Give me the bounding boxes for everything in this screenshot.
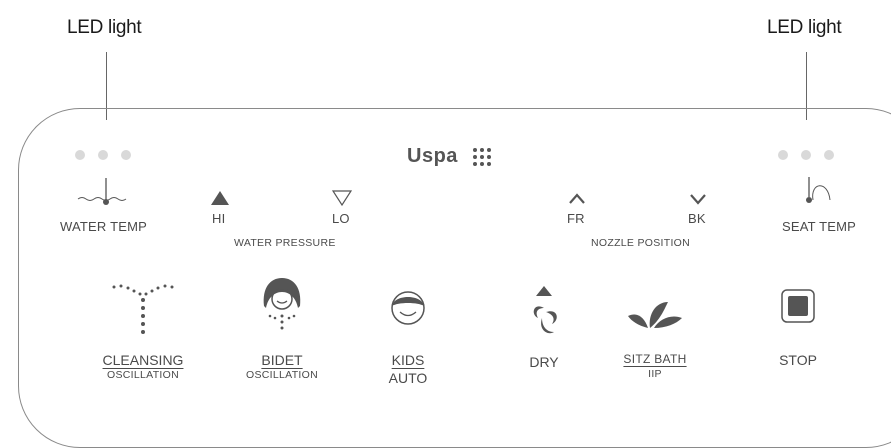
led-indicator xyxy=(98,150,108,160)
spray-icon xyxy=(112,284,174,334)
pressure-lo-button[interactable]: LO xyxy=(330,190,360,232)
bidet-button[interactable]: BIDET OSCILLATION xyxy=(240,276,324,388)
seat-temp-button[interactable]: SEAT TEMP xyxy=(778,174,860,238)
led-indicator xyxy=(824,150,834,160)
cleansing-button[interactable]: CLEANSING OSCILLATION xyxy=(100,282,186,388)
sitz-iip-label: IIP xyxy=(648,368,662,380)
led-indicator xyxy=(75,150,85,160)
sitz-bath-button[interactable]: SITZ BATH IIP xyxy=(612,296,698,388)
chevron-up-icon xyxy=(569,193,585,204)
stop-label: STOP xyxy=(779,352,817,368)
splash-icon xyxy=(628,302,682,328)
bidet-label: BIDET xyxy=(261,352,303,368)
logo-dots-icon xyxy=(473,148,491,166)
chevron-down-icon xyxy=(690,194,706,205)
led-indicator xyxy=(778,150,788,160)
dry-label: DRY xyxy=(529,354,559,370)
nozzle-fr-button[interactable]: FR xyxy=(565,193,595,233)
kids-label: KIDS xyxy=(391,352,425,368)
stop-square-icon xyxy=(781,289,815,323)
hi-label: HI xyxy=(212,211,226,226)
dry-air-icon xyxy=(533,286,557,334)
woman-face-icon xyxy=(263,278,301,330)
kids-auto-label: AUTO xyxy=(388,370,428,386)
cleansing-label: CLEANSING xyxy=(102,352,184,368)
bidet-oscillation-label: OSCILLATION xyxy=(246,369,318,381)
led-indicator xyxy=(121,150,131,160)
lo-label: LO xyxy=(332,211,350,226)
pressure-hi-button[interactable]: HI xyxy=(208,190,238,232)
water-pressure-label: WATER PRESSURE xyxy=(234,237,336,249)
brand-name: Uspa xyxy=(407,145,458,167)
water-thermometer-icon xyxy=(77,178,127,205)
dry-button[interactable]: DRY xyxy=(522,284,566,374)
triangle-down-icon xyxy=(332,190,352,206)
led-light-callout-left: LED light xyxy=(67,17,142,38)
water-temp-label: WATER TEMP xyxy=(60,219,147,234)
kids-button[interactable]: KIDS AUTO xyxy=(386,290,430,388)
led-light-callout-right: LED light xyxy=(767,17,842,38)
nozzle-position-label: NOZZLE POSITION xyxy=(591,237,691,249)
nozzle-bk-button[interactable]: BK xyxy=(686,193,716,233)
uspa-logo: Uspa xyxy=(407,145,458,168)
seat-thermometer-icon xyxy=(806,177,831,203)
bk-label: BK xyxy=(688,211,706,226)
kid-face-icon xyxy=(391,291,425,325)
sitz-bath-label: SITZ BATH xyxy=(623,352,687,366)
seat-temp-label: SEAT TEMP xyxy=(782,219,857,234)
fr-label: FR xyxy=(567,211,585,226)
water-temp-button[interactable]: WATER TEMP xyxy=(60,176,150,238)
led-indicator xyxy=(801,150,811,160)
triangle-up-icon xyxy=(211,191,229,205)
cleansing-oscillation-label: OSCILLATION xyxy=(107,369,179,381)
stop-button[interactable]: STOP xyxy=(772,288,824,370)
